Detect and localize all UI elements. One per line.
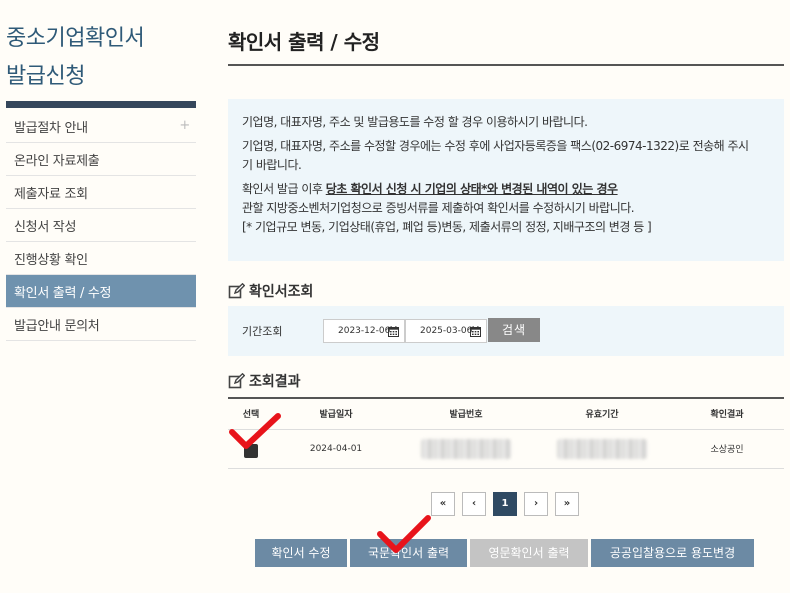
notice-paragraph-3: 확인서 발급 이후 당초 확인서 신청 시 기업의 상태*와 변경된 내역이 있… xyxy=(242,180,772,237)
date-from-input[interactable]: 2023-12-06 xyxy=(323,319,405,343)
sidebar-menu: 발급절차 안내 + 온라인 자료제출 제출자료 조회 신청서 작성 진행상황 확… xyxy=(6,110,196,341)
change-to-public-bidding-button[interactable]: 공공입찰용으로 용도변경 xyxy=(591,539,754,567)
table-header-row: 선택 발급일자 발급번호 유효기간 확인결과 xyxy=(228,397,784,430)
page-title: 확인서 출력 / 수정 xyxy=(228,30,380,54)
action-buttons: 확인서 수정 국문확인서 출력 영문확인서 출력 공공입찰용으로 용도변경 xyxy=(255,539,757,567)
notice-paragraph-2-line1: 기업명, 대표자명, 주소를 수정할 경우에는 수정 후에 사업자등록증을 팩스… xyxy=(242,139,749,153)
row-select-checkbox[interactable] xyxy=(244,443,258,458)
sidebar-item-application-form[interactable]: 신청서 작성 xyxy=(6,209,196,242)
select-cell xyxy=(228,429,274,469)
column-header-issue-number: 발급번호 xyxy=(398,397,534,430)
redacted-valid-period xyxy=(557,438,647,459)
issue-number-cell xyxy=(398,429,534,469)
last-page-button[interactable]: » xyxy=(555,492,579,516)
result-cell: 소상공인 xyxy=(670,429,784,469)
sidebar-divider xyxy=(6,101,196,108)
sidebar-item-online-submit[interactable]: 온라인 자료제출 xyxy=(6,143,196,176)
prev-page-button[interactable]: ‹ xyxy=(462,492,486,516)
calendar-icon[interactable] xyxy=(470,326,481,337)
sidebar-item-progress-status[interactable]: 진행상황 확인 xyxy=(6,242,196,275)
plus-icon[interactable]: + xyxy=(179,118,190,133)
search-section-label: 확인서조회 xyxy=(249,284,314,300)
sidebar-item-label: 진행상황 확인 xyxy=(14,252,88,268)
results-section-label: 조회결과 xyxy=(249,374,301,390)
notice-paragraph-3-line1: 확인서 발급 이후 당초 확인서 신청 시 기업의 상태*와 변경된 내역이 있… xyxy=(242,180,772,199)
title-divider xyxy=(228,64,784,66)
sidebar-item-label: 발급절차 안내 xyxy=(14,120,88,136)
sidebar-item-label: 확인서 출력 / 수정 xyxy=(14,285,112,301)
print-english-certificate-button[interactable]: 영문확인서 출력 xyxy=(470,539,588,567)
sidebar-item-submitted-lookup[interactable]: 제출자료 조회 xyxy=(6,176,196,209)
column-header-select: 선택 xyxy=(228,397,274,430)
sidebar-item-label: 온라인 자료제출 xyxy=(14,153,100,169)
valid-period-cell xyxy=(534,429,670,469)
search-button[interactable]: 검색 xyxy=(488,318,540,342)
table-row[interactable]: 2024-04-01 소상공인 xyxy=(228,429,784,469)
issue-date-cell: 2024-04-01 xyxy=(274,429,398,469)
print-korean-certificate-button[interactable]: 국문확인서 출력 xyxy=(350,539,467,567)
results-section-title: 조회결과 xyxy=(228,371,301,391)
sidebar-item-label: 발급안내 문의처 xyxy=(14,318,100,334)
results-table: 선택 발급일자 발급번호 유효기간 확인결과 2024-04-01 소상공인 xyxy=(228,397,784,469)
sidebar-item-label: 제출자료 조회 xyxy=(14,186,88,202)
search-panel: 기간조회 2023-12-06 2025-03-06 검색 xyxy=(228,306,784,356)
date-to-input[interactable]: 2025-03-06 xyxy=(405,319,487,343)
sidebar-title-line2: 발급신청 xyxy=(6,64,85,89)
column-header-result: 확인결과 xyxy=(670,397,784,430)
notice-paragraph-2: 기업명, 대표자명, 주소를 수정할 경우에는 수정 후에 사업자등록증을 팩스… xyxy=(242,137,772,175)
sidebar-title-line1: 중소기업확인서 xyxy=(6,26,145,51)
redacted-issue-number xyxy=(421,438,511,459)
main-content: 확인서 출력 / 수정 기업명, 대표자명, 주소 및 발급용도를 수정 할 경… xyxy=(228,0,784,593)
notice-emphasis: 당초 확인서 신청 시 기업의 상태*와 변경된 내역이 있는 경우 xyxy=(325,182,618,196)
page-1-button[interactable]: 1 xyxy=(493,492,517,516)
pagination: « ‹ 1 › » xyxy=(431,492,586,516)
notice-paragraph-3-line3: [* 기업규모 변동, 기업상태(휴업, 폐업 등)변동, 제출서류의 정정, … xyxy=(242,220,652,234)
notice-prefix: 확인서 발급 이후 xyxy=(242,182,326,196)
edit-icon xyxy=(228,372,245,388)
sidebar: 중소기업확인서 발급신청 발급절차 안내 + 온라인 자료제출 제출자료 조회 … xyxy=(0,0,200,593)
calendar-icon[interactable] xyxy=(388,326,399,337)
column-header-valid-period: 유효기간 xyxy=(534,397,670,430)
edit-certificate-button[interactable]: 확인서 수정 xyxy=(255,539,347,567)
notice-paragraph-2-line2: 기 바랍니다. xyxy=(242,158,302,172)
notice-paragraph-3-line2: 관할 지방중소벤처기업청으로 증빙서류를 제출하여 확인서를 수정하시기 바랍니… xyxy=(242,201,635,215)
date-to-value: 2025-03-06 xyxy=(420,326,473,336)
date-from-value: 2023-12-06 xyxy=(338,326,391,336)
notice-box: 기업명, 대표자명, 주소 및 발급용도를 수정 할 경우 이용하시기 바랍니다… xyxy=(228,99,784,261)
edit-icon xyxy=(228,282,245,298)
first-page-button[interactable]: « xyxy=(431,492,455,516)
period-label: 기간조회 xyxy=(242,325,283,338)
notice-paragraph-1: 기업명, 대표자명, 주소 및 발급용도를 수정 할 경우 이용하시기 바랍니다… xyxy=(242,115,588,129)
sidebar-item-print-edit[interactable]: 확인서 출력 / 수정 xyxy=(6,275,196,308)
search-section-title: 확인서조회 xyxy=(228,281,313,301)
sidebar-item-contact[interactable]: 발급안내 문의처 xyxy=(6,308,196,341)
sidebar-item-procedure-guide[interactable]: 발급절차 안내 + xyxy=(6,110,196,143)
next-page-button[interactable]: › xyxy=(524,492,548,516)
sidebar-item-label: 신청서 작성 xyxy=(14,219,77,235)
column-header-issue-date: 발급일자 xyxy=(274,397,398,430)
